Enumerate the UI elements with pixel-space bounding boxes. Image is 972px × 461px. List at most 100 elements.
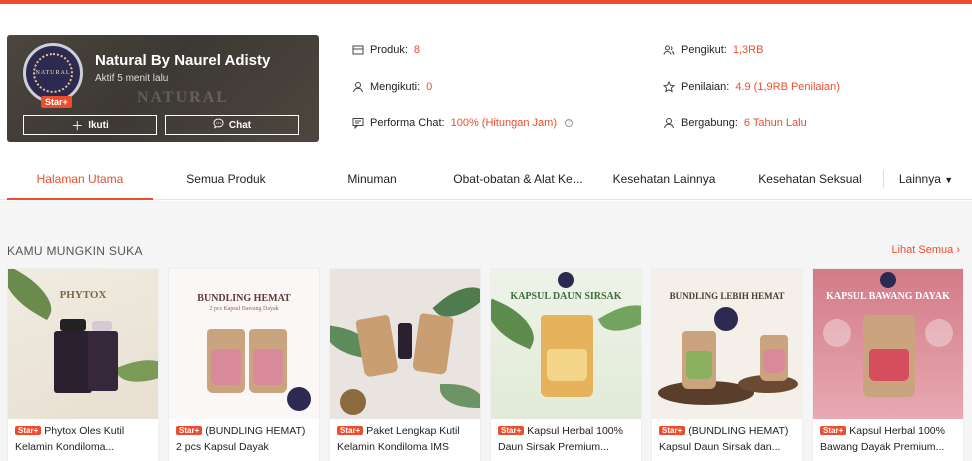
avatar-logo-ring: NATURAL xyxy=(33,53,73,93)
plus-icon: ＋ xyxy=(71,118,84,133)
tab-obat-obatan[interactable]: Obat-obatan & Alat Ke... xyxy=(445,158,591,200)
stat-pengikut-label: Pengikut: xyxy=(681,43,727,56)
person-icon xyxy=(662,116,675,129)
followers-icon xyxy=(662,43,675,56)
stat-produk-label: Produk: xyxy=(370,43,408,56)
product-title: Star+ (BUNDLING HEMAT) 2 pcs Kapsul Dayak xyxy=(169,419,319,459)
product-image: KAPSUL DAUN SIRSAK xyxy=(491,269,641,419)
leaf-shape xyxy=(115,351,158,391)
tab-lainnya-label: Lainnya xyxy=(898,172,941,186)
pouch-label xyxy=(547,349,587,381)
product-image: PHYTOX xyxy=(8,269,158,419)
top-accent-bar xyxy=(0,0,972,4)
product-title: Star+ Kapsul Herbal 100% Daun Sirsak Prem… xyxy=(491,419,641,459)
stat-bergabung-value: 6 Tahun Lalu xyxy=(743,116,807,129)
product-image: KAPSUL BAWANG DAYAK xyxy=(813,269,963,419)
star-plus-badge: Star+ xyxy=(820,426,847,435)
product-card[interactable]: Star+ Paket Lengkap Kutil Kelamin Kondilo… xyxy=(329,268,481,461)
see-all-label: Lihat Semua xyxy=(891,244,954,256)
bottle xyxy=(54,331,92,393)
product-image-text: KAPSUL DAUN SIRSAK xyxy=(510,291,622,302)
benefit-bubble xyxy=(823,319,851,347)
stat-performa-value: 100% (Hitungan Jam) xyxy=(450,116,557,129)
tab-kesehatan-lainnya[interactable]: Kesehatan Lainnya xyxy=(591,158,737,200)
chat-icon xyxy=(351,116,364,129)
stat-pengikut-value: 1,3RB xyxy=(732,43,764,56)
pouch-label xyxy=(211,349,241,385)
follow-button-label: Ikuti xyxy=(88,119,109,131)
product-image-text: KAPSUL BAWANG DAYAK xyxy=(826,291,950,302)
brand-seal xyxy=(714,307,738,331)
pot-shape xyxy=(340,389,366,415)
product-card[interactable]: PHYTOX Star+ Phytox Oles Kutil Kelamin Ko… xyxy=(7,268,159,461)
product-image: BUNDLING HEMAT 2 pcs Kapsul Bawang Dayak xyxy=(169,269,319,419)
product-title: Star+ Phytox Oles Kutil Kelamin Kondiloma… xyxy=(8,419,158,459)
pouch-label xyxy=(763,349,785,373)
star-plus-badge: Star+ xyxy=(41,96,72,108)
bottle xyxy=(88,331,118,391)
tab-divider xyxy=(883,170,884,188)
stat-produk-value: 8 xyxy=(413,43,421,56)
pouch-label xyxy=(253,349,283,385)
see-all-link[interactable]: Lihat Semua › xyxy=(892,244,961,256)
star-icon xyxy=(662,80,675,93)
shop-header-card: NATURAL NATURAL Star+ Natural By Naurel … xyxy=(7,35,319,142)
product-image-text: PHYTOX xyxy=(59,289,107,301)
product-card[interactable]: KAPSUL BAWANG DAYAK Star+ Kapsul Herbal 1… xyxy=(812,268,964,461)
tab-kesehatan-seksual[interactable]: Kesehatan Seksual xyxy=(737,158,883,200)
brand-seal xyxy=(880,272,896,288)
product-title: Star+ (BUNDLING HEMAT) Kapsul Daun Sirsak… xyxy=(652,419,802,459)
star-plus-badge: Star+ xyxy=(659,426,686,435)
shop-avatar[interactable]: NATURAL xyxy=(23,43,83,103)
stat-bergabung-label: Bergabung: xyxy=(681,116,738,129)
recommendation-section: KAMU MUNGKIN SUKA Lihat Semua › PHYTOX S… xyxy=(0,201,972,461)
tab-halaman-utama[interactable]: Halaman Utama xyxy=(7,158,153,200)
star-plus-badge: Star+ xyxy=(498,426,525,435)
product-card[interactable]: KAPSUL DAUN SIRSAK Star+ Kapsul Herbal 10… xyxy=(490,268,642,461)
shop-banner-text: NATURAL xyxy=(137,89,229,106)
product-image-text: BUNDLING HEMAT xyxy=(197,293,291,304)
stat-bergabung: Bergabung: 6 Tahun Lalu xyxy=(662,116,807,129)
tab-semua-produk[interactable]: Semua Produk xyxy=(153,158,299,200)
stat-mengikuti[interactable]: Mengikuti: 0 xyxy=(351,80,432,93)
chat-button[interactable]: Chat xyxy=(165,115,299,135)
person-icon xyxy=(351,80,364,93)
stat-mengikuti-value: 0 xyxy=(426,80,433,93)
chat-bubble-icon xyxy=(213,118,224,132)
pouch xyxy=(412,312,454,376)
tab-minuman[interactable]: Minuman xyxy=(299,158,445,200)
stat-penilaian-value: 4.9 (1,9RB Penilaian) xyxy=(735,80,840,93)
leaf-shape xyxy=(491,298,543,350)
bottle xyxy=(398,323,412,359)
stat-performa-label: Performa Chat: xyxy=(370,116,445,129)
stat-penilaian[interactable]: Penilaian: 4.9 (1,9RB Penilaian) xyxy=(662,80,840,93)
follow-button[interactable]: ＋ Ikuti xyxy=(23,115,157,135)
brand-seal xyxy=(287,387,311,411)
store-icon xyxy=(351,43,364,56)
star-plus-badge: Star+ xyxy=(337,426,364,435)
avatar-logo-text: NATURAL xyxy=(35,70,71,76)
pouch-label xyxy=(686,351,712,379)
stat-pengikut[interactable]: Pengikut: 1,3RB xyxy=(662,43,763,56)
stat-performa-chat: Performa Chat: 100% (Hitungan Jam) ? xyxy=(351,116,573,129)
section-title: KAMU MUNGKIN SUKA xyxy=(7,244,143,258)
chevron-right-icon: › xyxy=(956,244,960,256)
stat-penilaian-label: Penilaian: xyxy=(681,80,730,93)
product-title: Star+ Paket Lengkap Kutil Kelamin Kondilo… xyxy=(330,419,480,459)
tab-lainnya-dropdown[interactable]: Lainnya ▼ xyxy=(893,158,959,200)
product-card[interactable]: BUNDLING HEMAT 2 pcs Kapsul Bawang Dayak… xyxy=(168,268,320,461)
caret-down-icon: ▼ xyxy=(944,175,954,185)
shop-name: Natural By Naurel Adisty xyxy=(95,52,271,69)
stat-mengikuti-label: Mengikuti: xyxy=(370,80,421,93)
product-card[interactable]: BUNDLING LEBIH HEMAT Star+ (BUNDLING HEMA… xyxy=(651,268,803,461)
bottle-cap xyxy=(60,319,86,331)
help-icon[interactable]: ? xyxy=(564,118,573,127)
bottle-cap xyxy=(92,321,112,331)
star-plus-badge: Star+ xyxy=(176,426,203,435)
brand-seal xyxy=(558,272,574,288)
product-image: BUNDLING LEBIH HEMAT xyxy=(652,269,802,419)
star-plus-badge: Star+ xyxy=(15,426,42,435)
benefit-bubble xyxy=(925,319,953,347)
product-title: Star+ Kapsul Herbal 100% Bawang Dayak Pre… xyxy=(813,419,963,459)
chat-button-label: Chat xyxy=(228,119,252,131)
